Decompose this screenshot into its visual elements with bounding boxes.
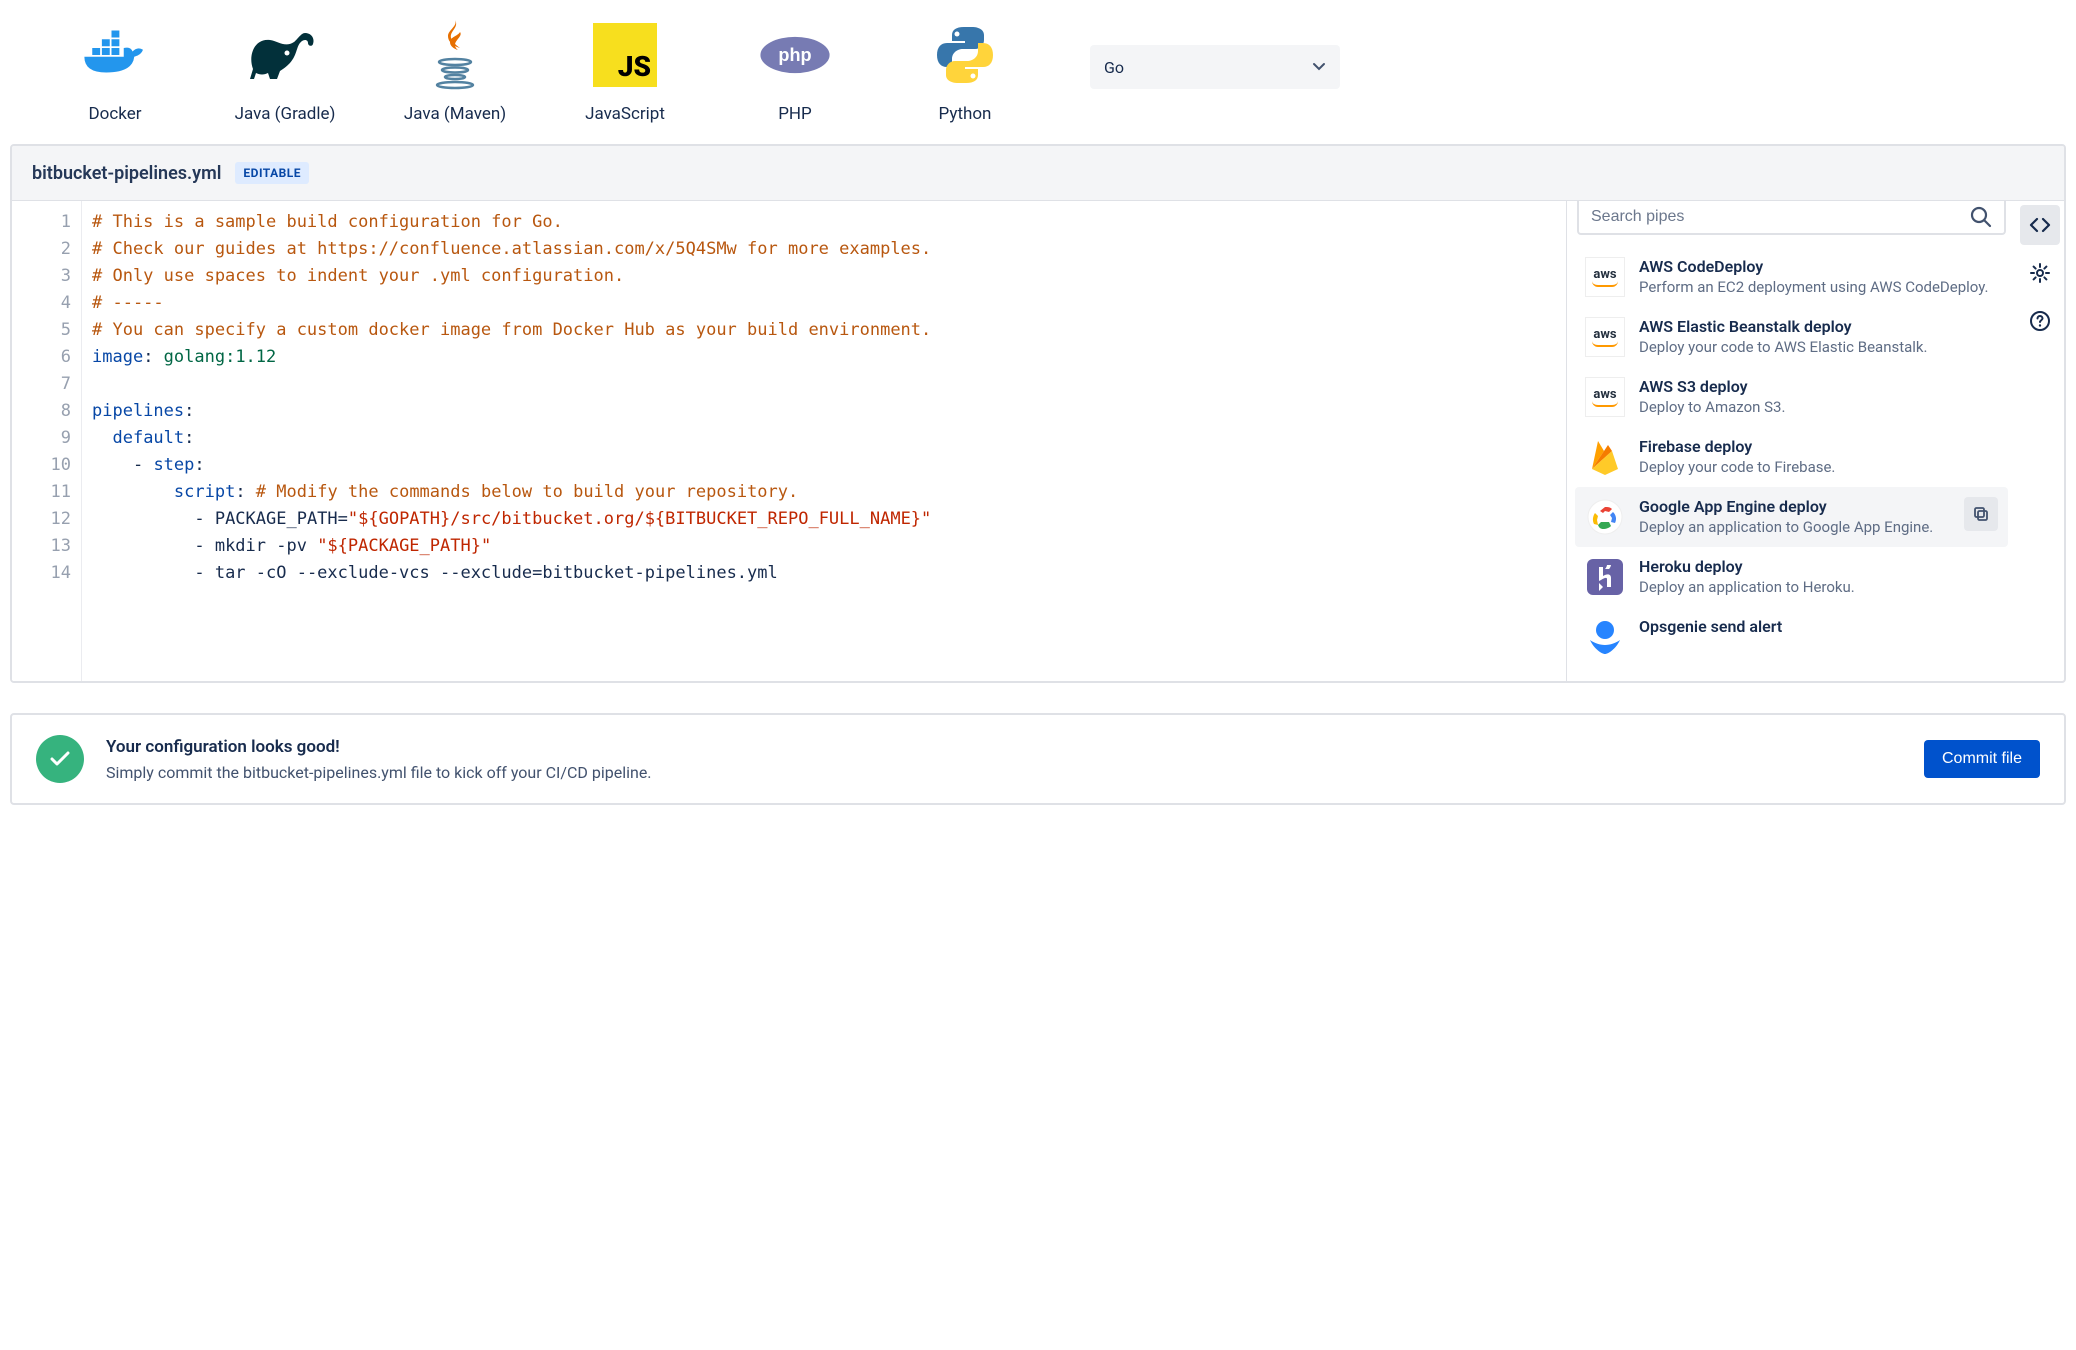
editor-card: bitbucket-pipelines.yml EDITABLE 1234567… <box>10 144 2066 683</box>
language-label: JavaScript <box>585 104 665 124</box>
pipe-title: Heroku deploy <box>1639 557 1998 576</box>
pipe-list: aws AWS CodeDeploy Perform an EC2 deployme… <box>1567 247 2016 681</box>
code-editor[interactable]: 1234567891011121314 # This is a sample b… <box>12 201 1566 681</box>
validation-title: Your configuration looks good! <box>106 737 1902 757</box>
language-dropdown[interactable]: Go <box>1090 45 1340 89</box>
pipe-item[interactable]: Opsgenie send alert <box>1575 607 2008 667</box>
search-icon <box>1970 206 1992 228</box>
aws-icon: aws <box>1585 317 1625 357</box>
search-input[interactable] <box>1591 208 1970 226</box>
language-docker[interactable]: Docker <box>50 20 180 124</box>
chevron-down-icon <box>1312 60 1326 74</box>
gradle-icon <box>250 20 320 90</box>
opsgenie-icon <box>1585 617 1625 657</box>
success-icon <box>36 735 84 783</box>
pipe-title: AWS CodeDeploy <box>1639 257 1998 276</box>
pipe-description: Deploy to Amazon S3. <box>1639 398 1998 416</box>
validation-subtitle: Simply commit the bitbucket-pipelines.ym… <box>106 763 1902 782</box>
commit-file-button[interactable]: Commit file <box>1924 740 2040 778</box>
language-python[interactable]: Python <box>900 20 1030 124</box>
code-content[interactable]: # This is a sample build configuration f… <box>82 201 1566 681</box>
copy-button[interactable] <box>1964 497 1998 531</box>
help-icon <box>2029 310 2051 332</box>
validation-card: Your configuration looks good! Simply co… <box>10 713 2066 805</box>
language-java-maven[interactable]: Java (Maven) <box>390 20 520 124</box>
pipe-item[interactable]: aws AWS CodeDeploy Perform an EC2 deployme… <box>1575 247 2008 307</box>
svg-text:php: php <box>778 45 811 65</box>
language-templates-row: Docker Java (Gradle) Java (Maven) JS Jav… <box>10 10 2066 144</box>
python-icon <box>930 20 1000 90</box>
language-label: Docker <box>89 104 142 124</box>
pipe-description: Deploy an application to Google App Engi… <box>1639 518 1950 536</box>
settings-button[interactable] <box>2020 253 2060 293</box>
pipe-title: AWS S3 deploy <box>1639 377 1998 396</box>
pipe-title: AWS Elastic Beanstalk deploy <box>1639 317 1998 336</box>
dropdown-selected: Go <box>1104 58 1124 77</box>
right-rail <box>2016 201 2064 681</box>
aws-icon: aws <box>1585 257 1625 297</box>
help-button[interactable] <box>2020 301 2060 341</box>
pipe-title: Google App Engine deploy <box>1639 497 1950 516</box>
language-label: Java (Gradle) <box>235 104 336 124</box>
aws-icon: aws <box>1585 377 1625 417</box>
language-label: Java (Maven) <box>404 104 506 124</box>
php-icon: php <box>760 20 830 90</box>
java-icon <box>420 20 490 90</box>
editor-header: bitbucket-pipelines.yml EDITABLE <box>12 146 2064 201</box>
firebase-icon <box>1585 437 1625 477</box>
code-icon <box>2029 214 2051 236</box>
file-name: bitbucket-pipelines.yml <box>32 163 221 184</box>
editable-badge: EDITABLE <box>235 162 309 184</box>
pipe-item[interactable]: Google App Engine deploy Deploy an applic… <box>1575 487 2008 547</box>
pipe-item[interactable]: Firebase deploy Deploy your code to Fireb… <box>1575 427 2008 487</box>
pipe-description: Deploy your code to Firebase. <box>1639 458 1998 476</box>
language-javascript[interactable]: JS JavaScript <box>560 20 690 124</box>
language-php[interactable]: php PHP <box>730 20 860 124</box>
pipe-title: Opsgenie send alert <box>1639 617 1998 636</box>
pipe-item[interactable]: Heroku deploy Deploy an application to He… <box>1575 547 2008 607</box>
pipe-item[interactable]: aws AWS Elastic Beanstalk deploy Deploy yo… <box>1575 307 2008 367</box>
gcp-icon <box>1585 497 1625 537</box>
pipe-description: Perform an EC2 deployment using AWS Code… <box>1639 278 1998 296</box>
language-label: Python <box>939 104 992 124</box>
pipe-title: Firebase deploy <box>1639 437 1998 456</box>
gear-icon <box>2029 262 2051 284</box>
pipe-item[interactable]: aws AWS S3 deploy Deploy to Amazon S3. <box>1575 367 2008 427</box>
pipe-description: Deploy an application to Heroku. <box>1639 578 1998 596</box>
heroku-icon <box>1585 557 1625 597</box>
copy-icon <box>1972 505 1990 523</box>
code-view-button[interactable] <box>2020 205 2060 245</box>
language-java-gradle[interactable]: Java (Gradle) <box>220 20 350 124</box>
pipes-sidebar: aws AWS CodeDeploy Perform an EC2 deployme… <box>1566 201 2016 681</box>
line-gutter: 1234567891011121314 <box>12 201 82 681</box>
javascript-icon: JS <box>590 20 660 90</box>
language-label: PHP <box>778 104 812 124</box>
docker-icon <box>80 20 150 90</box>
pipe-description: Deploy your code to AWS Elastic Beanstal… <box>1639 338 1998 356</box>
search-box[interactable] <box>1577 201 2006 235</box>
